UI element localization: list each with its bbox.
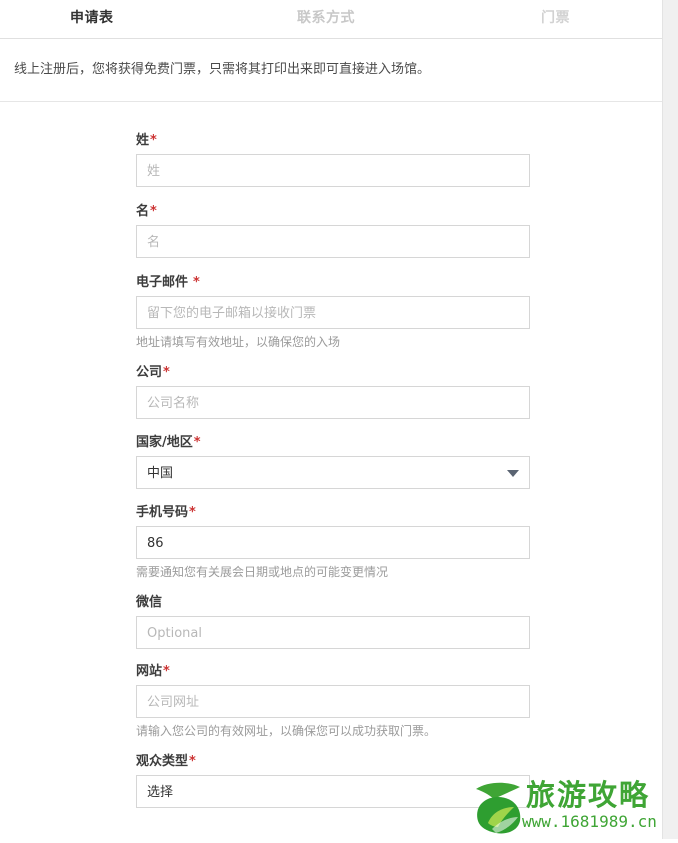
required-marker: * (193, 275, 200, 290)
email-hint: 地址请填写有效地址，以确保您的入场 (136, 335, 341, 349)
field-wechat-label: 微信 (136, 595, 163, 610)
field-wechat: 微信 Optional (0, 594, 662, 649)
tab-tickets-label: 门票 (541, 10, 570, 26)
mobile-number-input[interactable]: 86 (136, 526, 530, 559)
mobile-number-hint: 需要通知您有关展会日期或地点的可能变更情况 (136, 565, 389, 579)
mobile-number-value: 86 (147, 536, 164, 551)
last-name-placeholder: 姓 (147, 164, 161, 179)
form-step-tabs: 申请表 联系方式 门票 (0, 0, 662, 39)
field-first-name-label: 名* (136, 204, 157, 219)
field-last-name: 姓* 姓 (0, 132, 662, 187)
field-website: 网站* 公司网址 请输入您公司的有效网址，以确保您可以成功获取门票。 (0, 663, 662, 739)
field-last-name-label: 姓* (136, 133, 157, 148)
country-select[interactable]: 中国 (136, 456, 530, 489)
last-name-input[interactable]: 姓 (136, 154, 530, 187)
field-country: 国家/地区* 中国 (0, 434, 662, 489)
field-first-name: 名* 名 (0, 203, 662, 258)
email-placeholder: 留下您的电子邮箱以接收门票 (147, 306, 317, 321)
registration-notice: 线上注册后，您将获得免费门票，只需将其打印出来即可直接进入场馆。 (0, 39, 662, 102)
company-input[interactable]: 公司名称 (136, 386, 530, 419)
chevron-down-icon (507, 470, 519, 477)
registration-notice-text: 线上注册后，您将获得免费门票，只需将其打印出来即可直接进入场馆。 (14, 62, 431, 77)
tab-contact-info-label: 联系方式 (297, 10, 355, 26)
field-company: 公司* 公司名称 (0, 364, 662, 419)
field-email: 电子邮件 * 留下您的电子邮箱以接收门票 地址请填写有效地址，以确保您的入场 (0, 274, 662, 350)
tab-tickets[interactable]: 门票 (541, 8, 570, 28)
first-name-placeholder: 名 (147, 235, 161, 250)
tab-application-form-label: 申请表 (70, 10, 114, 26)
field-mobile-number: 手机号码* 86 需要通知您有关展会日期或地点的可能变更情况 (0, 504, 662, 580)
website-hint: 请输入您公司的有效网址，以确保您可以成功获取门票。 (136, 724, 437, 738)
page-right-gutter (662, 0, 678, 839)
required-marker: * (150, 133, 157, 148)
required-marker: * (189, 754, 196, 769)
website-placeholder: 公司网址 (147, 695, 200, 710)
required-marker: * (163, 365, 170, 380)
required-marker: * (189, 505, 196, 520)
wechat-placeholder: Optional (147, 626, 202, 641)
field-company-label: 公司* (136, 365, 170, 380)
required-marker: * (150, 204, 157, 219)
field-mobile-number-label: 手机号码* (136, 505, 196, 520)
field-country-label: 国家/地区* (136, 435, 201, 450)
required-marker: * (193, 435, 201, 450)
registration-form: 姓* 姓 名* 名 电子邮件 * 留下您的电子邮箱以接收门票 地址请填写有效地址，… (0, 132, 662, 808)
field-visitor-type: 观众类型* 选择 (0, 753, 662, 808)
field-email-label: 电子邮件 * (136, 275, 200, 290)
visitor-type-selected-value: 选择 (147, 785, 174, 800)
company-placeholder: 公司名称 (147, 396, 200, 411)
wechat-input[interactable]: Optional (136, 616, 530, 649)
visitor-type-select[interactable]: 选择 (136, 775, 530, 808)
registration-page: 申请表 联系方式 门票 线上注册后，您将获得免费门票，只需将其打印出来即可直接进… (0, 0, 662, 839)
email-input[interactable]: 留下您的电子邮箱以接收门票 (136, 296, 530, 329)
field-visitor-type-label: 观众类型* (136, 754, 196, 769)
country-selected-value: 中国 (147, 466, 174, 481)
website-input[interactable]: 公司网址 (136, 685, 530, 718)
first-name-input[interactable]: 名 (136, 225, 530, 258)
field-website-label: 网站* (136, 664, 170, 679)
required-marker: * (163, 664, 170, 679)
tab-contact-info[interactable]: 联系方式 (297, 8, 355, 28)
tab-application-form[interactable]: 申请表 (70, 8, 114, 28)
